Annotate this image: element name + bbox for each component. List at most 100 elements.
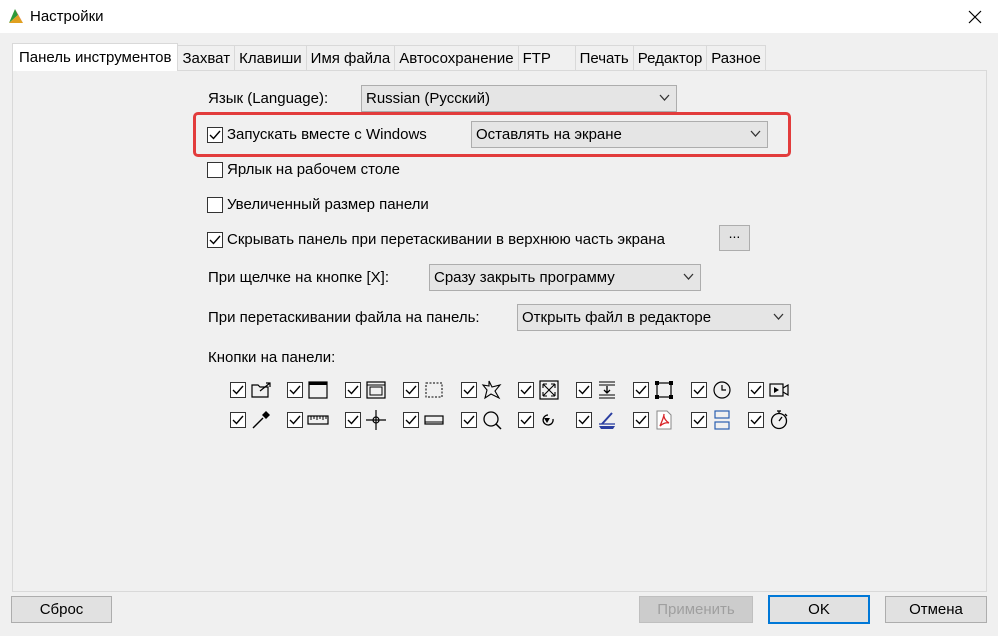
panel-button-scroll-capture[interactable] bbox=[576, 379, 618, 401]
close-click-select[interactable]: Сразу закрыть программу bbox=[429, 264, 701, 291]
checkmark-icon bbox=[232, 385, 244, 395]
close-click-value: Сразу закрыть программу bbox=[434, 269, 615, 286]
panel-button-checkbox[interactable] bbox=[576, 382, 592, 398]
tab-capture[interactable]: Захват bbox=[177, 45, 236, 71]
panel-button-checkbox[interactable] bbox=[345, 382, 361, 398]
checkmark-icon bbox=[520, 415, 532, 425]
eyedropper-icon bbox=[252, 411, 270, 429]
close-button[interactable] bbox=[952, 0, 998, 33]
scroll-capture-icon bbox=[599, 381, 615, 399]
close-icon bbox=[968, 10, 982, 23]
open-folder-icon bbox=[251, 382, 271, 398]
split-window-icon bbox=[714, 410, 730, 430]
ok-button[interactable]: OK bbox=[768, 595, 870, 624]
tab-toolbar[interactable]: Панель инструментов bbox=[12, 43, 179, 71]
video-icon bbox=[769, 383, 789, 397]
panel-button-fullscreen[interactable] bbox=[518, 379, 560, 401]
panel-button-checkbox[interactable] bbox=[345, 412, 361, 428]
tab-hotkeys[interactable]: Клавиши bbox=[234, 45, 307, 71]
checkmark-icon bbox=[635, 415, 647, 425]
panel-button-checkbox[interactable] bbox=[518, 412, 534, 428]
window-scroll-icon bbox=[366, 381, 386, 399]
panel-button-checkbox[interactable] bbox=[576, 412, 592, 428]
panel-button-pdf[interactable] bbox=[633, 409, 675, 431]
hide-panel-row[interactable]: Скрывать панель при перетаскивании в вер… bbox=[207, 231, 665, 248]
panel-button-object[interactable] bbox=[633, 379, 675, 401]
desktop-shortcut-row[interactable]: Ярлык на рабочем столе bbox=[207, 161, 400, 178]
apply-button[interactable]: Применить bbox=[639, 596, 753, 623]
checkmark-icon bbox=[750, 415, 762, 425]
panel-button-checkbox[interactable] bbox=[691, 412, 707, 428]
tab-ftp[interactable]: FTP bbox=[517, 45, 576, 71]
panel-button-checkbox[interactable] bbox=[633, 382, 649, 398]
panel-button-checkbox[interactable] bbox=[461, 382, 477, 398]
drag-file-select[interactable]: Открыть файл в редакторе bbox=[517, 304, 791, 331]
panel-button-region[interactable] bbox=[403, 379, 445, 401]
desktop-shortcut-checkbox[interactable] bbox=[207, 161, 223, 178]
chevron-down-icon bbox=[683, 273, 694, 280]
panel-button-video[interactable] bbox=[748, 379, 790, 401]
close-click-label: При щелчке на кнопке [X]: bbox=[208, 269, 390, 286]
hide-panel-options-button[interactable]: ... bbox=[719, 225, 750, 251]
startup-checkbox[interactable] bbox=[207, 126, 223, 143]
crosshair-icon bbox=[366, 410, 386, 430]
reset-button[interactable]: Сброс bbox=[11, 596, 112, 623]
panel-button-checkbox[interactable] bbox=[403, 382, 419, 398]
tab-filename[interactable]: Имя файла bbox=[305, 45, 396, 71]
panel-button-whiteboard[interactable] bbox=[403, 409, 445, 431]
chevron-down-icon bbox=[773, 313, 784, 320]
tab-print[interactable]: Печать bbox=[574, 45, 634, 71]
panel-button-checkbox[interactable] bbox=[691, 382, 707, 398]
panel-button-checkbox[interactable] bbox=[230, 412, 246, 428]
panel-button-ruler[interactable] bbox=[287, 409, 329, 431]
panel-button-checkbox[interactable] bbox=[287, 412, 303, 428]
checkmark-icon bbox=[463, 385, 475, 395]
tab-autosave[interactable]: Автосохранение bbox=[394, 45, 519, 71]
panel-button-split-window[interactable] bbox=[691, 409, 733, 431]
panel-button-checkbox[interactable] bbox=[748, 382, 764, 398]
checkmark-icon bbox=[578, 415, 590, 425]
panel-button-checkbox[interactable] bbox=[518, 382, 534, 398]
stopwatch-icon bbox=[770, 410, 788, 430]
hide-panel-checkbox[interactable] bbox=[207, 231, 223, 248]
panel-button-freeform[interactable] bbox=[461, 379, 503, 401]
checkmark-icon bbox=[463, 415, 475, 425]
large-panel-checkbox[interactable] bbox=[207, 196, 223, 213]
language-select[interactable]: Russian (Русский) bbox=[361, 85, 677, 112]
panel-button-timer[interactable] bbox=[691, 379, 733, 401]
panel-button-window-scroll[interactable] bbox=[345, 379, 387, 401]
panel-button-stopwatch[interactable] bbox=[748, 409, 790, 431]
magnifier-icon bbox=[483, 411, 502, 430]
checkmark-icon bbox=[347, 415, 359, 425]
tab-editor[interactable]: Редактор bbox=[632, 45, 708, 71]
panel-button-checkbox[interactable] bbox=[287, 382, 303, 398]
panel-button-magnifier[interactable] bbox=[461, 409, 503, 431]
fullscreen-icon bbox=[539, 380, 559, 400]
tab-misc[interactable]: Разное bbox=[706, 45, 766, 71]
cancel-button[interactable]: Отмена bbox=[885, 596, 987, 623]
panel-button-open[interactable] bbox=[230, 379, 272, 401]
panel-button-checkbox[interactable] bbox=[230, 382, 246, 398]
freeform-star-icon bbox=[481, 380, 502, 400]
panel-button-checkbox[interactable] bbox=[633, 412, 649, 428]
large-panel-row[interactable]: Увеличенный размер панели bbox=[207, 196, 429, 213]
panel-button-scanner[interactable] bbox=[576, 409, 618, 431]
panel-button-checkbox[interactable] bbox=[461, 412, 477, 428]
panel-button-repeat[interactable] bbox=[518, 409, 560, 431]
ruler-icon bbox=[307, 415, 329, 425]
panel-button-checkbox[interactable] bbox=[403, 412, 419, 428]
startup-checkbox-row[interactable]: Запускать вместе с Windows bbox=[207, 126, 427, 143]
checkmark-icon bbox=[750, 385, 762, 395]
panel-button-checkbox[interactable] bbox=[748, 412, 764, 428]
panel-button-eyedropper[interactable] bbox=[230, 409, 272, 431]
window-icon bbox=[308, 381, 328, 399]
region-dotted-icon bbox=[425, 382, 443, 398]
panel-button-window[interactable] bbox=[287, 379, 329, 401]
startup-mode-select[interactable]: Оставлять на экране bbox=[471, 121, 768, 148]
checkmark-icon bbox=[635, 385, 647, 395]
language-label: Язык (Language): bbox=[208, 90, 329, 107]
panel-button-crosshair[interactable] bbox=[345, 409, 387, 431]
panel-buttons-label: Кнопки на панели: bbox=[208, 349, 336, 366]
chevron-down-icon bbox=[750, 130, 761, 137]
checkmark-icon bbox=[693, 415, 705, 425]
